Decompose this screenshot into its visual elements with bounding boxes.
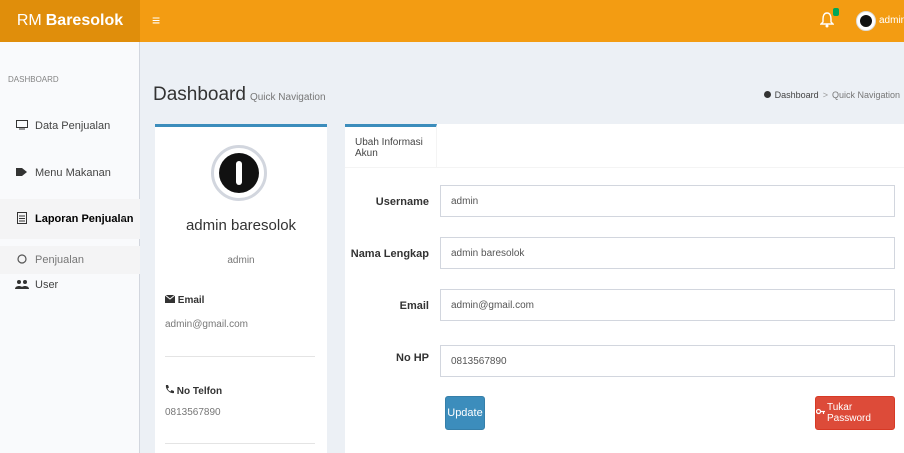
tab-ubah-informasi-akun[interactable]: Ubah Informasi Akun xyxy=(345,124,437,168)
phone-field-label: No HP xyxy=(396,352,429,364)
profile-email: admin@gmail.com xyxy=(165,319,248,330)
phone-icon xyxy=(165,385,174,394)
profile-username: admin xyxy=(227,255,255,266)
divider xyxy=(165,356,315,357)
logo-brand: Baresolok xyxy=(45,12,124,29)
username-label: Username xyxy=(375,196,429,208)
breadcrumb-link[interactable]: Dashboard xyxy=(775,90,819,100)
tag-icon xyxy=(15,167,29,180)
phone-label-text: No Telfon xyxy=(176,386,223,397)
document-icon xyxy=(15,211,29,227)
change-password-label: Tukar Password xyxy=(827,402,871,424)
page-subtitle: Quick Navigation xyxy=(249,92,326,103)
key-icon xyxy=(815,407,825,419)
logo-prefix: RM xyxy=(16,12,42,29)
notification-badge xyxy=(833,8,839,16)
user-avatar[interactable] xyxy=(856,11,876,31)
sidebar-item-label: Laporan Penjualan xyxy=(35,213,134,225)
email-input[interactable]: admin@gmail.com xyxy=(440,289,895,321)
sidebar-item-laporan-penjualan[interactable]: Laporan Penjualan v xyxy=(0,199,140,239)
sidebar-toggle-icon[interactable]: ≡ xyxy=(152,12,160,28)
email-field-label: Email xyxy=(399,300,429,312)
email-label-text: Email xyxy=(177,295,205,306)
fullname-label: Nama Lengkap xyxy=(350,248,429,260)
profile-phone: 0813567890 xyxy=(165,407,221,418)
username-input[interactable]: admin xyxy=(440,185,895,217)
sidebar-item-user[interactable]: User xyxy=(0,265,140,305)
chevron-down-icon: v xyxy=(120,214,126,224)
page-title: Dashboard Quick Navigation xyxy=(153,84,326,106)
profile-card: admin baresolok admin Email admin@gmail.… xyxy=(155,124,327,453)
sidebar-item-label: Menu Makanan xyxy=(35,167,111,179)
top-navbar: RM Baresolok ≡ admin xyxy=(0,0,904,42)
profile-name: admin baresolok xyxy=(185,217,297,234)
phone-label: No Telfon xyxy=(165,385,222,397)
account-form-panel: Ubah Informasi Akun Username admin Nama … xyxy=(345,124,904,453)
sidebar-item-label: Data Penjualan xyxy=(35,120,111,132)
divider xyxy=(165,443,315,444)
sidebar-item-data-penjualan[interactable]: Data Penjualan xyxy=(0,106,140,146)
monitor-icon xyxy=(15,119,29,133)
breadcrumb: Dashboard > Quick Navigation xyxy=(763,90,900,100)
profile-avatar xyxy=(211,145,267,201)
tab-bar: Ubah Informasi Akun xyxy=(345,124,904,168)
update-button[interactable]: Update xyxy=(445,396,485,430)
dashboard-icon xyxy=(764,91,772,98)
user-menu-label[interactable]: admin xyxy=(879,15,904,26)
page-title-text: Dashboard xyxy=(153,84,246,105)
users-icon xyxy=(15,279,29,292)
envelope-icon xyxy=(164,294,176,303)
bell-icon[interactable] xyxy=(820,12,834,28)
sidebar-item-label: User xyxy=(35,279,59,291)
fullname-input[interactable]: admin baresolok xyxy=(440,237,895,269)
change-password-button[interactable]: Tukar Password xyxy=(815,396,895,430)
sidebar-item-menu-makanan[interactable]: Menu Makanan xyxy=(0,153,140,193)
email-label: Email xyxy=(164,294,205,306)
sidebar-header: DASHBOARD xyxy=(8,75,59,84)
phone-input[interactable]: 0813567890 xyxy=(440,345,895,377)
app-logo[interactable]: RM Baresolok xyxy=(0,0,140,42)
breadcrumb-current: Quick Navigation xyxy=(831,90,900,100)
